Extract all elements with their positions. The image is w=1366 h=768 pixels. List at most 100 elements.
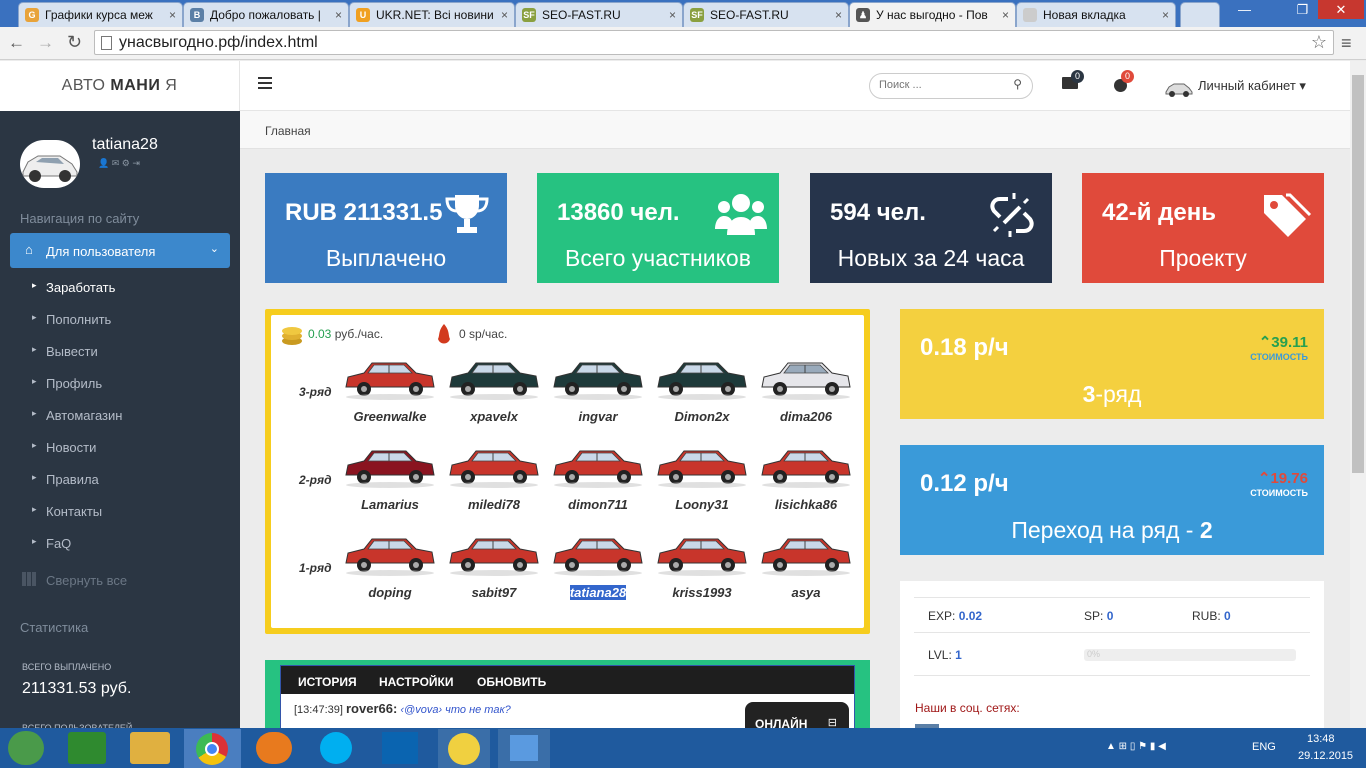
tab-close-icon[interactable]: × [335,8,342,22]
sidebar-item[interactable]: ▸ Вывести [0,344,240,359]
car-slot[interactable]: tatiana28 [548,529,648,617]
1c-task[interactable] [438,729,490,768]
lang-indicator[interactable]: ENG [1252,741,1276,753]
browser-tab[interactable]: B Добро пожаловать | × [183,2,349,27]
car-slot[interactable]: dima206 [756,353,856,441]
hamburger-icon[interactable] [258,76,272,90]
car-slot[interactable]: Dimon2x [652,353,752,441]
chevron-right-icon: ▸ [32,280,37,290]
stat-value: 594 чел. [830,199,926,226]
car-slot[interactable]: Loony31 [652,441,752,529]
stat-label: Выплачено [325,245,447,271]
stat-card: 13860 чел. Всего участников [537,173,779,283]
scrollbar[interactable] [1350,61,1366,728]
next-label[interactable]: Переход на ряд - 2 [900,517,1324,544]
browser-tab[interactable]: SF SEO-FAST.RU × [683,2,849,27]
stat-card: RUB 211331.5 Выплачено [265,173,507,283]
car-icon [340,529,440,579]
firefox-icon[interactable] [256,732,292,764]
tab-close-icon[interactable]: × [169,8,176,22]
car-slot[interactable]: kriss1993 [652,529,752,617]
chat-tab-refresh[interactable]: ОБНОВИТЬ [477,675,546,689]
user-avatar[interactable] [1164,78,1194,98]
car-slot[interactable]: lisichka86 [756,441,856,529]
sidebar-item[interactable]: ▸ Автомагазин [0,408,240,423]
sidebar-item[interactable]: ▸ Заработать [0,280,240,295]
brand-logo[interactable]: АВТО МАНИ Я [0,61,240,111]
collapse-all[interactable]: Свернуть все [46,573,127,588]
tab-close-icon[interactable]: × [1002,8,1009,22]
cabinet-link[interactable]: Личный кабинет ▾ [1198,78,1306,94]
browser-tab[interactable]: U UKR.NET: Всі новини × [349,2,515,27]
explorer-icon[interactable] [130,732,170,764]
menu-icon[interactable]: ≡ [1341,33,1352,54]
car-slot[interactable]: asya [756,529,856,617]
search-input[interactable] [879,79,999,91]
row3-card: 0.18 р/ч ⌃39.11 СТОИМОСТЬ 3-ряд [900,309,1324,419]
chat-tab-settings[interactable]: НАСТРОЙКИ [379,675,453,689]
sidebar-item[interactable]: ▸ FaQ [0,536,240,551]
sidebar-item[interactable]: ▸ Контакты [0,504,240,519]
stat-label: Всего участников [565,245,751,271]
tab-favicon-icon: SF [522,8,536,22]
maximize-button[interactable]: ❐ [1289,0,1316,19]
new-tab-button[interactable] [1180,2,1220,27]
car-slot[interactable]: Lamarius [340,441,440,529]
back-icon[interactable]: ← [8,33,25,53]
tab-title: Графики курса меж [45,8,153,22]
search-icon[interactable]: ⚲ [1013,77,1022,91]
start-button[interactable] [8,731,44,765]
stat-value: 42-й день [1102,199,1216,226]
clock-date[interactable]: 29.12.2015 [1298,750,1353,762]
trophy-icon [443,191,491,239]
scrollbar-thumb[interactable] [1352,75,1364,473]
chat-tab-history[interactable]: ИСТОРИЯ [298,675,357,689]
car-slot[interactable]: dimon711 [548,441,648,529]
car-slot[interactable]: sabit97 [444,529,544,617]
search-box[interactable]: ⚲ [869,73,1033,99]
reload-icon[interactable]: ↻ [67,32,82,53]
car-owner-name: ingvar [578,409,618,424]
sidebar-item[interactable]: ▸ Пополнить [0,312,240,327]
close-window-button[interactable]: ✕ [1318,0,1364,19]
tab-close-icon[interactable]: × [835,8,842,22]
user-avatar-large [20,140,80,188]
skype-icon[interactable] [320,732,352,764]
breadcrumb-home[interactable]: Главная [265,124,311,138]
clock-time[interactable]: 13:48 [1307,733,1335,745]
sidebar-item[interactable]: ▸ Правила [0,472,240,487]
browser-tab[interactable]: G Графики курса меж × [18,2,183,27]
store-icon[interactable] [68,732,106,764]
minimize-button[interactable]: — [1231,0,1258,19]
link-icon [988,191,1036,239]
total-paid-label: ВСЕГО ВЫПЛАЧЕНО [22,662,112,672]
progress-text: 0% [1087,649,1101,659]
tab-close-icon[interactable]: × [501,8,508,22]
tab-favicon-icon: ♟ [856,8,870,22]
browser-tab[interactable]: ♟ У нас выгодно - Пов × [849,2,1016,27]
nav-group-users[interactable]: ⌂ Для пользователя ⌄ [10,233,230,268]
car-slot[interactable]: Greenwalke [340,353,440,441]
chrome-task[interactable] [184,729,241,768]
username[interactable]: tatiana28 [92,136,158,154]
car-slot[interactable]: doping [340,529,440,617]
network-task[interactable] [498,729,550,768]
bookmark-star-icon[interactable]: ☆ [1311,32,1327,53]
chevron-right-icon: ▸ [32,312,37,322]
forward-icon[interactable]: → [37,33,54,53]
browser-tab[interactable]: Новая вкладка × [1016,2,1176,27]
tray-icons[interactable]: ▲ ⊞ ▯ ⚑ ▮ ◀ [1106,741,1166,752]
browser-tab[interactable]: SF SEO-FAST.RU × [515,2,683,27]
url-input[interactable]: унасвыгодно.рф/index.html ☆ [94,30,1334,55]
sidebar-item[interactable]: ▸ Профиль [0,376,240,391]
divider [914,597,1310,598]
tab-close-icon[interactable]: × [1162,8,1169,22]
outlook-icon[interactable] [382,732,418,764]
tab-close-icon[interactable]: × [669,8,676,22]
rate-rub: 0.03 руб./час. [308,327,384,341]
car-slot[interactable]: xpavelx [444,353,544,441]
sidebar-item[interactable]: ▸ Новости [0,440,240,455]
total-paid-value: 211331.53 руб. [22,680,132,697]
car-slot[interactable]: miledi78 [444,441,544,529]
car-slot[interactable]: ingvar [548,353,648,441]
